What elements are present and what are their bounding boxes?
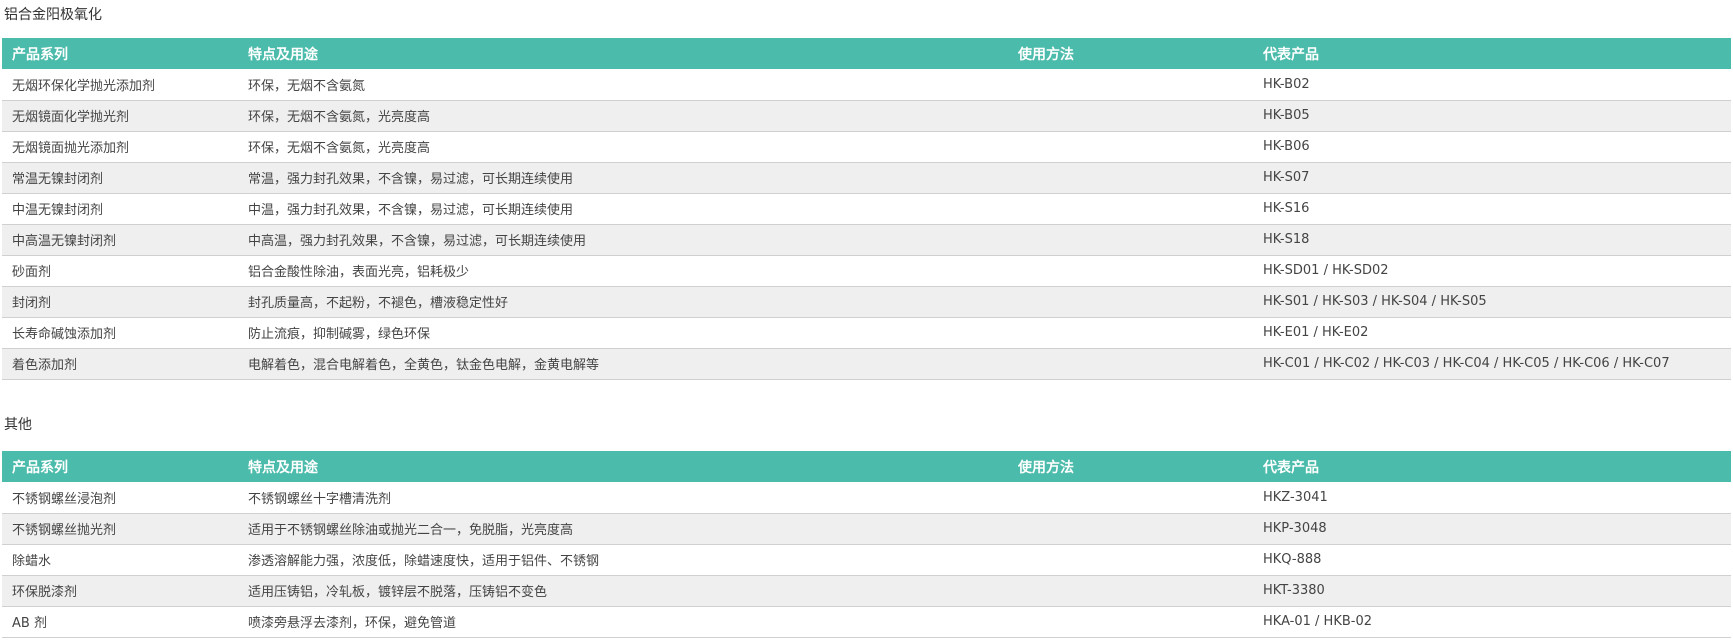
cell-usage: [1008, 348, 1253, 379]
header-features: 特点及用途: [248, 459, 318, 476]
header-representative-product: 代表产品: [1263, 459, 1319, 476]
header-features: 特点及用途: [248, 46, 318, 63]
table-header-row: 产品系列 特点及用途 使用方法 代表产品: [2, 451, 1731, 482]
table-row: 中温无镍封闭剂 中温，强力封孔效果，不含镍，易过滤，可长期连续使用 HK-S16: [2, 193, 1731, 224]
cell-product-series: 着色添加剂: [12, 358, 78, 373]
cell-product-series: 长寿命碱蚀添加剂: [12, 327, 117, 342]
table-row: 不锈钢螺丝浸泡剂 不锈钢螺丝十字槽清洗剂 HKZ-3041: [2, 482, 1731, 513]
cell-product-series: 无烟环保化学抛光添加剂: [12, 78, 156, 94]
cell-usage: [1008, 317, 1253, 348]
cell-features: 常温，强力封孔效果，不含镍，易过滤，可长期连续使用: [248, 172, 574, 187]
cell-representative-product: HKQ-888: [1263, 552, 1322, 567]
table-header-row: 产品系列 特点及用途 使用方法 代表产品: [2, 38, 1731, 69]
cell-representative-product: HKA-01 / HKB-02: [1263, 614, 1373, 629]
cell-features: 适用于不锈钢螺丝除油或抛光二合一，免脱脂，光亮度高: [248, 523, 574, 538]
cell-features: 防止流痕，抑制碱雾，绿色环保: [248, 327, 431, 342]
cell-usage: [1008, 69, 1253, 100]
cell-usage: [1008, 575, 1253, 606]
cell-features: 封孔质量高，不起粉，不褪色，槽液稳定性好: [248, 296, 509, 311]
header-product-series: 产品系列: [12, 46, 68, 63]
cell-usage: [1008, 255, 1253, 286]
cell-features: 铝合金酸性除油，表面光亮，铝耗极少: [248, 265, 470, 280]
other-product-table: 产品系列 特点及用途 使用方法 代表产品 不锈钢螺丝浸泡剂 不锈钢螺丝十字槽清洗剂…: [2, 451, 1731, 638]
cell-features: 不锈钢螺丝十字槽清洗剂: [248, 491, 392, 507]
cell-usage: [1008, 513, 1253, 544]
cell-product-series: AB 剂: [12, 616, 47, 631]
cell-features: 适用压铸铝，冷轧板，镀锌层不脱落，压铸铝不变色: [248, 585, 548, 600]
cell-representative-product: HKT-3380: [1263, 583, 1325, 598]
cell-product-series: 砂面剂: [12, 265, 52, 280]
table-row: 砂面剂 铝合金酸性除油，表面光亮，铝耗极少 HK-SD01 / HK-SD02: [2, 255, 1731, 286]
cell-features: 渗透溶解能力强，浓度低，除蜡速度快，适用于铝件、不锈钢: [248, 554, 600, 569]
header-representative-product: 代表产品: [1263, 46, 1319, 63]
cell-representative-product: HK-E01 / HK-E02: [1263, 325, 1369, 340]
cell-product-series: 无烟镜面化学抛光剂: [12, 110, 130, 125]
cell-product-series: 封闭剂: [12, 296, 52, 311]
header-product-series: 产品系列: [12, 459, 68, 476]
cell-product-series: 常温无镍封闭剂: [12, 172, 104, 187]
table-row: 环保脱漆剂 适用压铸铝，冷轧板，镀锌层不脱落，压铸铝不变色 HKT-3380: [2, 575, 1731, 606]
table-row: AB 剂 喷漆旁悬浮去漆剂，环保，避免管道 HKA-01 / HKB-02: [2, 606, 1731, 637]
cell-usage: [1008, 224, 1253, 255]
cell-representative-product: HK-B05: [1263, 108, 1310, 123]
header-usage: 使用方法: [1018, 459, 1074, 476]
cell-usage: [1008, 482, 1253, 513]
cell-usage: [1008, 286, 1253, 317]
cell-usage: [1008, 162, 1253, 193]
cell-product-series: 中温无镍封闭剂: [12, 203, 104, 218]
table-row: 常温无镍封闭剂 常温，强力封孔效果，不含镍，易过滤，可长期连续使用 HK-S07: [2, 162, 1731, 193]
cell-representative-product: HK-C01 / HK-C02 / HK-C03 / HK-C04 / HK-C…: [1263, 356, 1670, 371]
header-usage: 使用方法: [1018, 46, 1074, 63]
cell-product-series: 不锈钢螺丝浸泡剂: [12, 491, 117, 507]
anodizing-product-table: 产品系列 特点及用途 使用方法 代表产品 无烟环保化学抛光添加剂环保，无烟不含氨…: [2, 38, 1731, 380]
cell-representative-product: HK-S16: [1263, 201, 1310, 216]
cell-representative-product: HKP-3048: [1263, 521, 1327, 536]
section-title-anodizing: 铝合金阳极氧化: [4, 7, 102, 23]
table-row: 封闭剂 封孔质量高，不起粉，不褪色，槽液稳定性好 HK-S01 / HK-S03 /…: [2, 286, 1731, 317]
cell-usage: [1008, 193, 1253, 224]
table-row: 中高温无镍封闭剂 中高温，强力封孔效果，不含镍，易过滤，可长期连续使用 HK-S18: [2, 224, 1731, 255]
cell-representative-product: HK-SD01 / HK-SD02: [1263, 263, 1389, 278]
cell-product-series: 除蜡水: [12, 554, 52, 569]
cell-product-series: 无烟镜面抛光添加剂: [12, 141, 130, 156]
cell-usage: [1008, 131, 1253, 162]
cell-features: 电解着色，混合电解着色，全黄色，钛金色电解，金黄电解等: [248, 358, 600, 373]
cell-representative-product: HK-B02: [1263, 76, 1310, 92]
cell-representative-product: HKZ-3041: [1263, 489, 1328, 505]
table-row: 无烟镜面抛光添加剂 环保，无烟不含氨氮，光亮度高 HK-B06: [2, 131, 1731, 162]
table-row: 无烟镜面化学抛光剂 环保，无烟不含氨氮，光亮度高 HK-B05: [2, 100, 1731, 131]
table-row: 无烟环保化学抛光添加剂 环保，无烟不含氨氮 HK-B02: [2, 69, 1731, 100]
cell-representative-product: HK-S01 / HK-S03 / HK-S04 / HK-S05: [1263, 294, 1487, 309]
cell-features: 中温，强力封孔效果，不含镍，易过滤，可长期连续使用: [248, 203, 574, 218]
cell-representative-product: HK-B06: [1263, 139, 1310, 154]
cell-features: 环保，无烟不含氨氮，光亮度高: [248, 110, 431, 125]
cell-usage: [1008, 544, 1253, 575]
product-catalog-page: 铝合金阳极氧化 产品系列 特点及用途 使用方法 代表产品 无烟环保化学抛光添加剂…: [0, 0, 1733, 641]
cell-features: 环保，无烟不含氨氮，光亮度高: [248, 141, 431, 156]
cell-representative-product: HK-S18: [1263, 232, 1310, 247]
cell-usage: [1008, 100, 1253, 131]
section-title-other: 其他: [4, 417, 32, 433]
cell-product-series: 不锈钢螺丝抛光剂: [12, 523, 117, 538]
table-row: 除蜡水 渗透溶解能力强，浓度低，除蜡速度快，适用于铝件、不锈钢 HKQ-888: [2, 544, 1731, 575]
cell-representative-product: HK-S07: [1263, 170, 1310, 185]
table-row: 不锈钢螺丝抛光剂 适用于不锈钢螺丝除油或抛光二合一，免脱脂，光亮度高 HKP-304…: [2, 513, 1731, 544]
table-row: 着色添加剂 电解着色，混合电解着色，全黄色，钛金色电解，金黄电解等 HK-C01 /…: [2, 348, 1731, 379]
cell-features: 喷漆旁悬浮去漆剂，环保，避免管道: [248, 616, 457, 631]
cell-features: 中高温，强力封孔效果，不含镍，易过滤，可长期连续使用: [248, 234, 587, 249]
cell-usage: [1008, 606, 1253, 637]
cell-product-series: 环保脱漆剂: [12, 585, 78, 600]
table-row: 长寿命碱蚀添加剂 防止流痕，抑制碱雾，绿色环保 HK-E01 / HK-E02: [2, 317, 1731, 348]
cell-features: 环保，无烟不含氨氮: [248, 78, 366, 94]
cell-product-series: 中高温无镍封闭剂: [12, 234, 117, 249]
